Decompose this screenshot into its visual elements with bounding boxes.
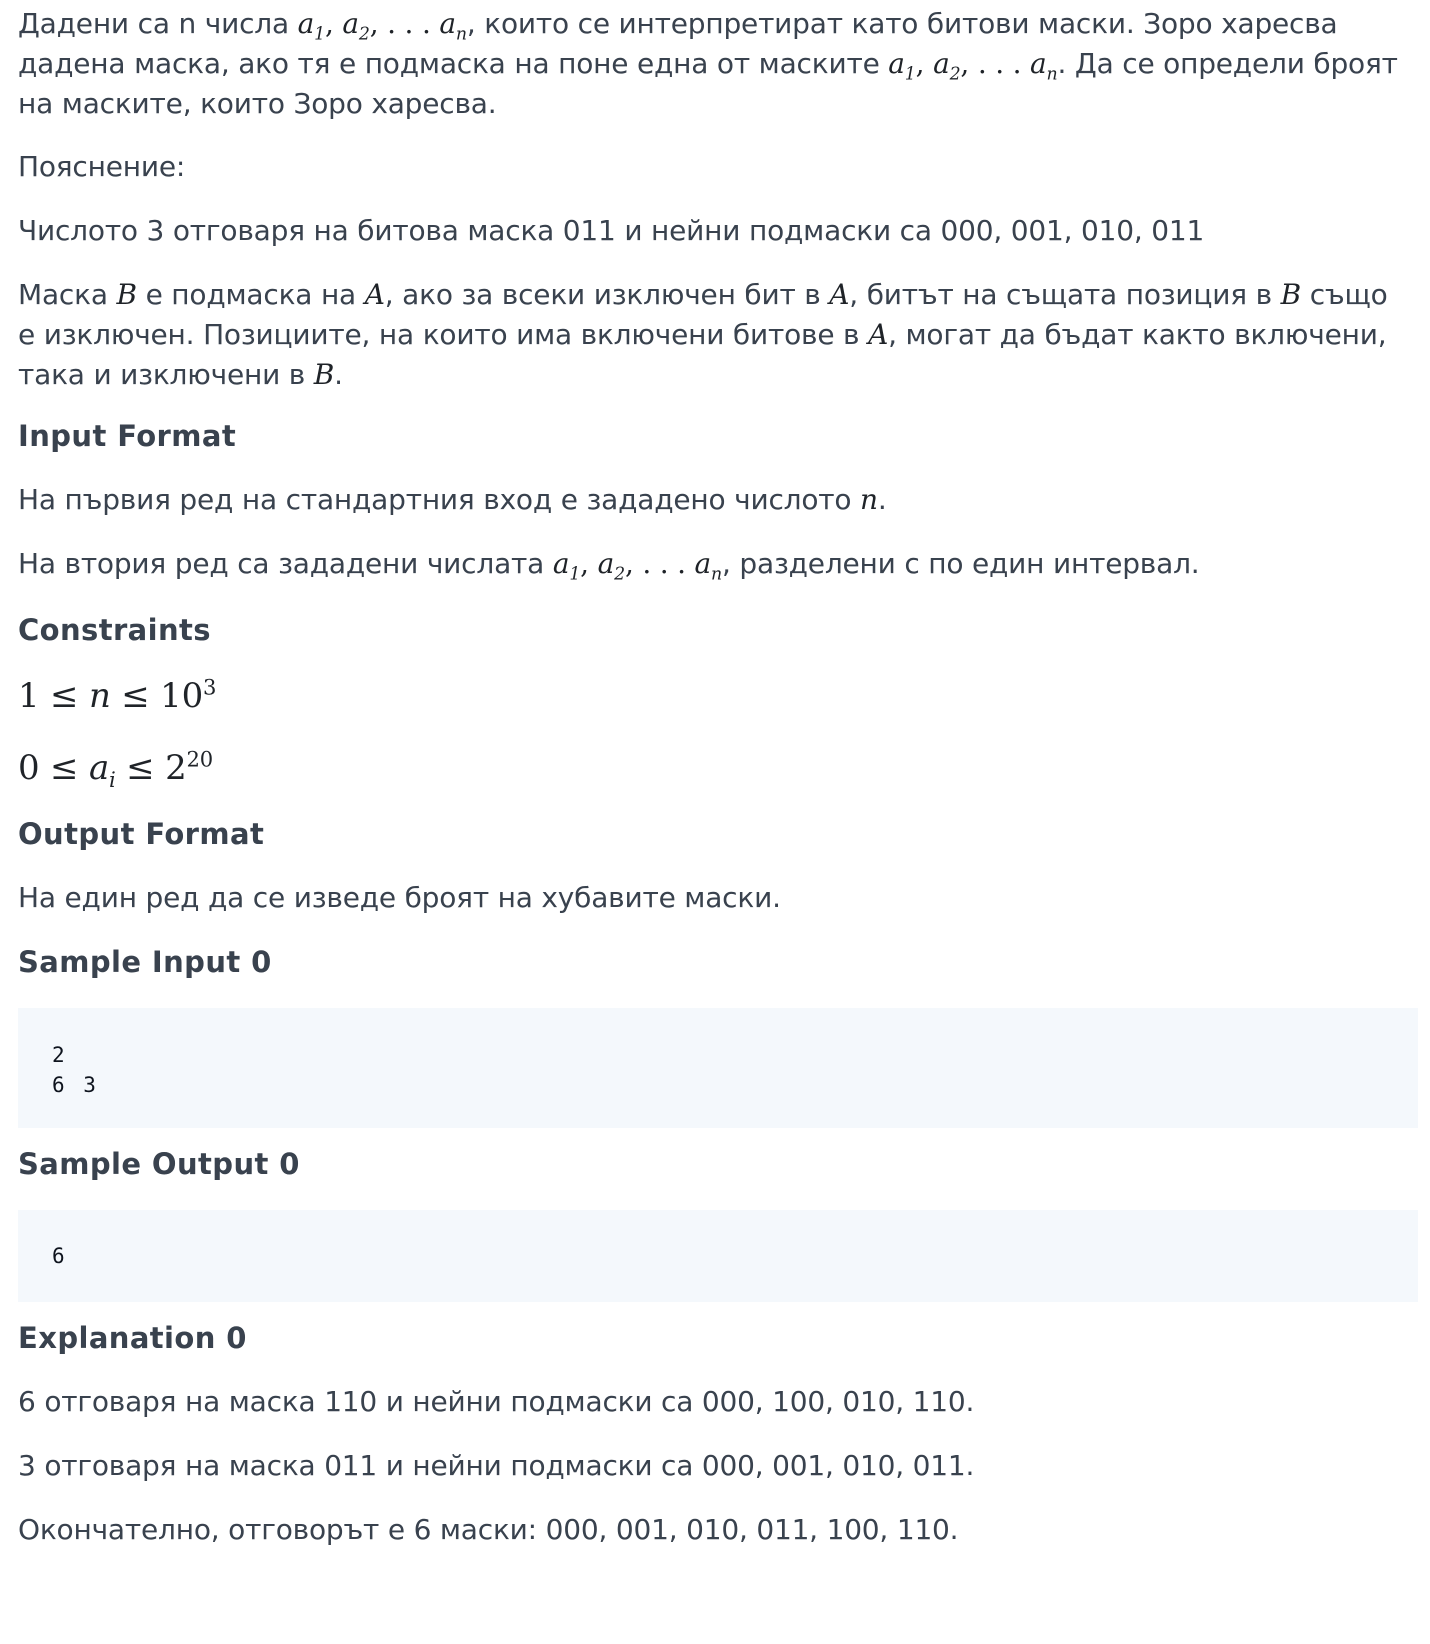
sample-input-line: 6 3 <box>52 1073 96 1097</box>
explanation-line: 3 отговаря на маска 011 и нейни подмаски… <box>18 1449 975 1482</box>
math-B: B <box>116 278 137 311</box>
sample-input-line: 2 <box>52 1043 65 1067</box>
explanation-label: Пояснение: <box>18 150 186 183</box>
example-line: Числото 3 отговаря на битова маска 011 и… <box>18 214 1205 247</box>
explanation-line: Окончателно, отговорът е 6 маски: 000, 0… <box>18 1513 959 1546</box>
sample-output-block[interactable]: 6 <box>18 1210 1418 1302</box>
explanation-line: 6 отговаря на маска 110 и нейни подмаски… <box>18 1385 975 1418</box>
intro-text-1: Дадени са n числа <box>18 7 298 40</box>
sample-input-heading: Sample Input 0 <box>18 945 272 979</box>
sample-input-block[interactable]: 2 6 3 <box>18 1008 1418 1128</box>
explanation-heading: Explanation 0 <box>18 1321 247 1355</box>
constraint-ai: 0 ≤ ai ≤ 220 <box>18 746 213 792</box>
intro-paragraph: Дадени са n числа a1, a2, . . . an, коит… <box>18 4 1413 124</box>
input-line-2: На втория ред са зададени числата a1, a2… <box>18 547 1200 585</box>
sequence-math: a1, a2, . . . an <box>552 547 723 585</box>
constraints-heading: Constraints <box>18 613 211 647</box>
math-B: B <box>313 358 335 391</box>
sample-output-heading: Sample Output 0 <box>18 1147 300 1181</box>
definition-paragraph: Маска B е подмаска на A, ако за всеки из… <box>18 278 1388 391</box>
math-A: A <box>868 318 889 351</box>
math-A: A <box>364 278 385 311</box>
math-B: B <box>1280 278 1302 311</box>
sequence-math: a1, a2, . . . an <box>888 47 1058 85</box>
sequence-math: a1, a2, . . . an <box>297 7 467 45</box>
output-line: На един ред да се изведе броят на хубави… <box>18 881 781 914</box>
math-A: A <box>829 278 850 311</box>
sample-output-line: 6 <box>52 1244 65 1268</box>
output-format-heading: Output Format <box>18 817 265 851</box>
math-n: n <box>860 483 878 516</box>
input-format-heading: Input Format <box>18 419 237 453</box>
input-line-1: На първия ред на стандартния вход е зада… <box>18 483 887 516</box>
constraint-n: 1 ≤ n ≤ 103 <box>18 674 217 716</box>
